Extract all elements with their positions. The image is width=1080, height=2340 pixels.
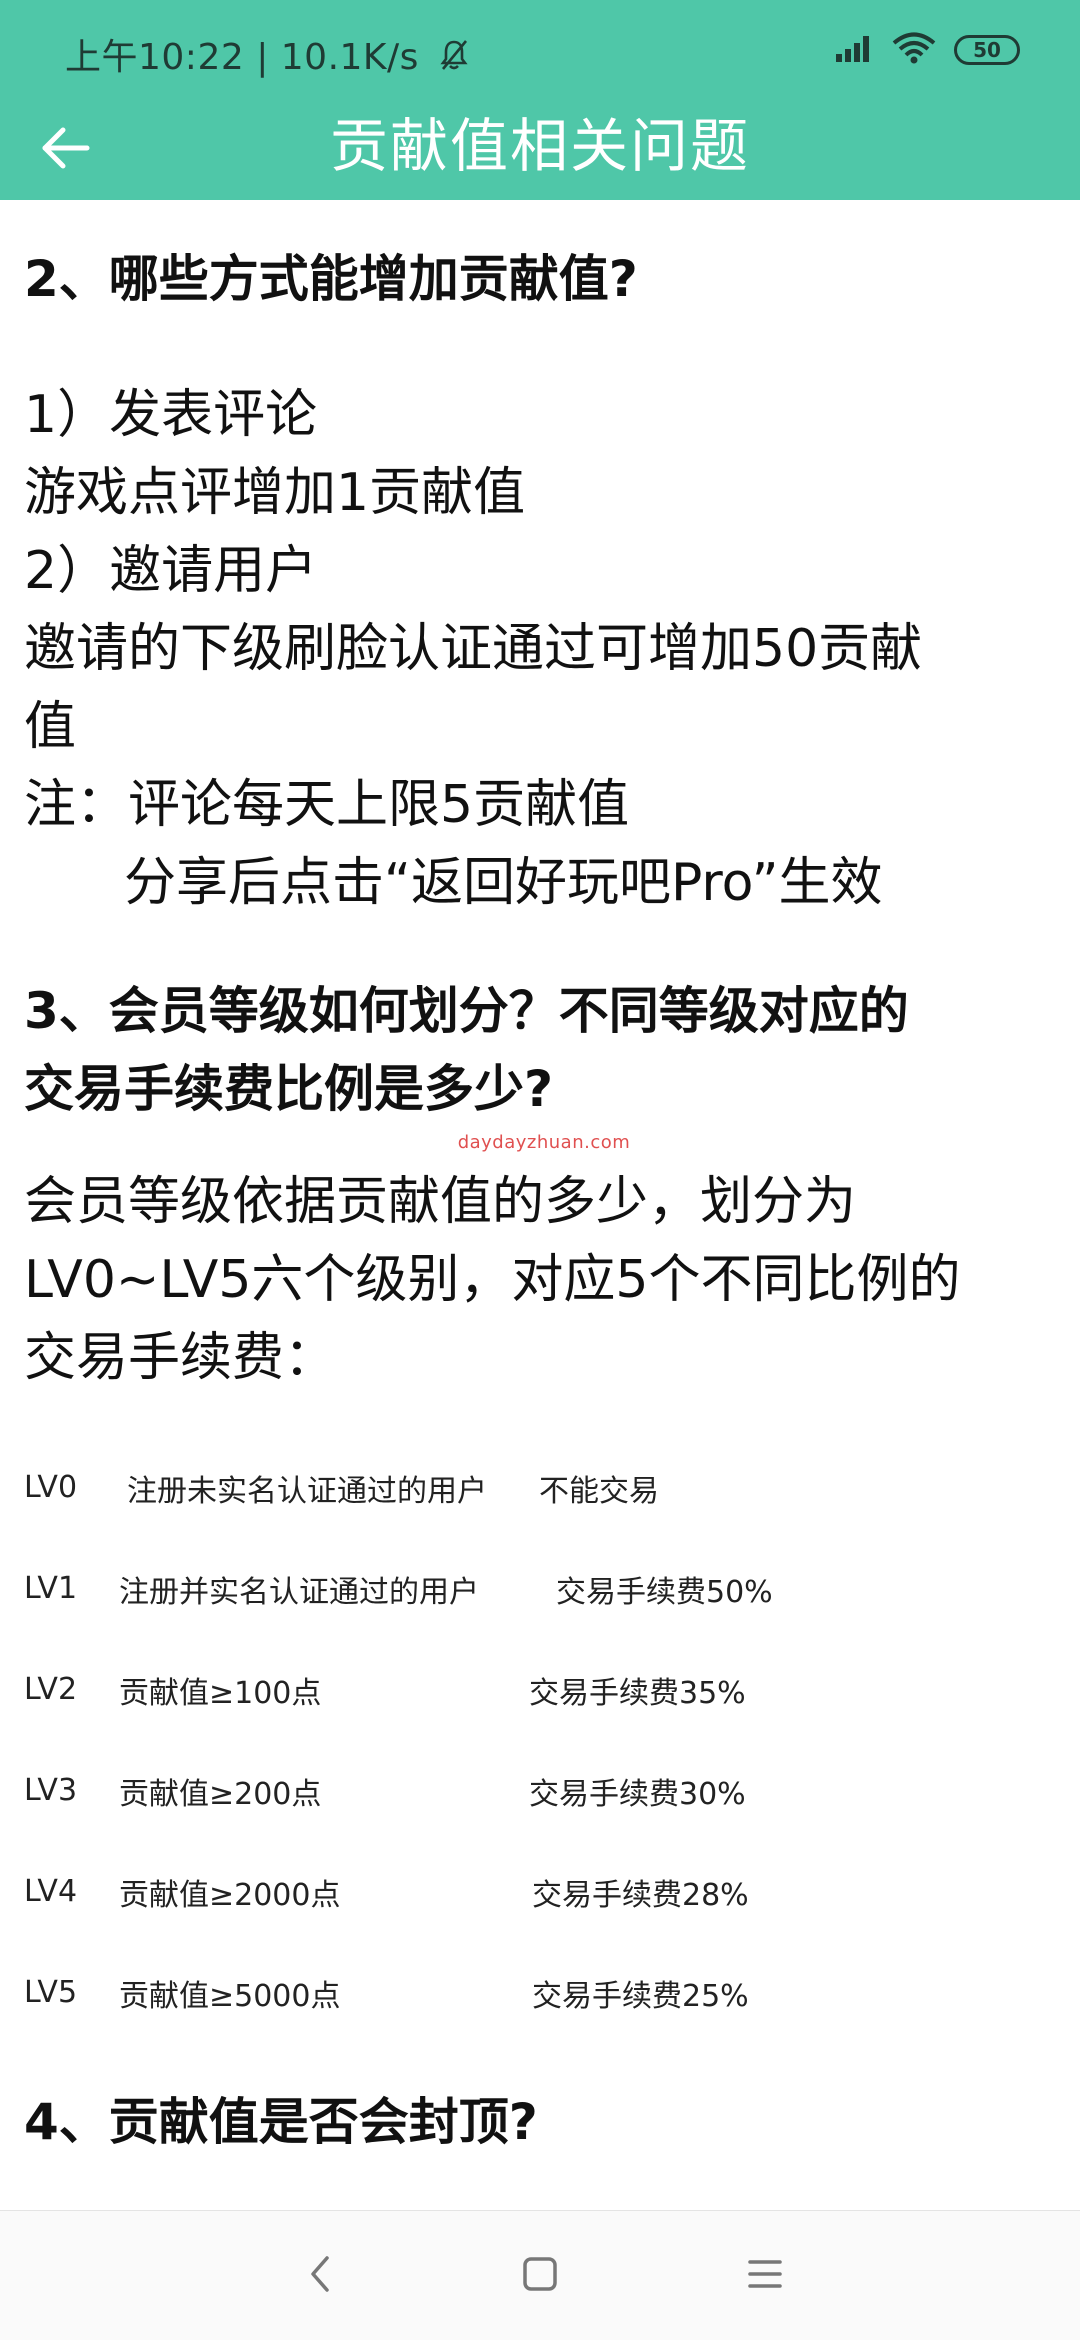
- level-fee: 交易手续费30%: [529, 1776, 746, 1812]
- level-row: LV4 贡献值≥2000点 交易手续费28%: [24, 1841, 1064, 1942]
- level-requirement: 贡献值≥5000点: [119, 1978, 341, 2014]
- level-fee: 不能交易: [539, 1473, 659, 1509]
- level-row: LV3 贡献值≥200点 交易手续费30%: [24, 1740, 1064, 1841]
- question-3-title: 交易手续费比例是多少?: [24, 1060, 554, 1118]
- square-icon: [522, 2256, 558, 2296]
- bell-off-icon: [439, 38, 469, 81]
- level-row: LV0 注册未实名认证通过的用户 不能交易: [24, 1437, 1064, 1538]
- level-table: LV0 注册未实名认证通过的用户 不能交易 LV1 注册并实名认证通过的用户 交…: [24, 1437, 1064, 2043]
- level-requirement: 贡献值≥100点: [119, 1675, 322, 1711]
- level-fee: 交易手续费25%: [532, 1978, 749, 2014]
- question-3-title: 3、会员等级如何划分？不同等级对应的: [24, 982, 909, 1040]
- article-content: 2、哪些方式能增加贡献值? 1）发表评论 游戏点评增加1贡献值 2）邀请用户 邀…: [24, 240, 1064, 2161]
- battery-icon: 50: [954, 35, 1020, 65]
- question-4-title: 4、贡献值是否会封顶?: [24, 2093, 538, 2151]
- level-name: LV1: [24, 1571, 78, 1606]
- level-requirement: 贡献值≥2000点: [119, 1877, 341, 1913]
- level-fee: 交易手续费35%: [529, 1675, 746, 1711]
- answer-line: 邀请的下级刷脸认证通过可增加50贡献: [24, 619, 923, 679]
- level-requirement: 贡献值≥200点: [119, 1776, 322, 1812]
- status-time-speed: 上午10:22 | 10.1K/s: [65, 37, 419, 78]
- level-fee: 交易手续费50%: [556, 1574, 773, 1610]
- menu-icon: [747, 2257, 783, 2295]
- battery-level: 50: [973, 38, 1001, 62]
- answer-line: LV0~LV5六个级别，对应5个不同比例的: [24, 1250, 961, 1310]
- level-requirement: 注册并实名认证通过的用户: [119, 1574, 479, 1610]
- level-name: LV2: [24, 1672, 78, 1707]
- system-nav-bar: [0, 2210, 1080, 2340]
- answer-line: 值: [24, 697, 77, 757]
- note-line: 分享后点击“返回好玩吧Pro”生效: [124, 853, 883, 913]
- app-header: 上午10:22 | 10.1K/s 50 贡献值相关问题: [0, 0, 1080, 200]
- answer-line: 2）邀请用户: [24, 541, 318, 601]
- chevron-left-icon: [305, 2254, 335, 2298]
- page-title: 贡献值相关问题: [329, 112, 750, 180]
- wifi-icon: [892, 32, 936, 68]
- answer-line: 游戏点评增加1贡献值: [24, 463, 526, 523]
- answer-line: 会员等级依据贡献值的多少，划分为: [24, 1172, 857, 1232]
- signal-icon: [834, 34, 874, 66]
- watermark: daydayzhuan.com: [457, 1132, 631, 1153]
- nav-home-button[interactable]: [505, 2241, 575, 2311]
- level-name: LV0: [24, 1470, 78, 1505]
- level-row: LV5 贡献值≥5000点 交易手续费25%: [24, 1942, 1064, 2043]
- note-line: 注：评论每天上限5贡献值: [24, 775, 630, 835]
- level-row: LV2 贡献值≥100点 交易手续费35%: [24, 1639, 1064, 1740]
- nav-menu-button[interactable]: [730, 2241, 800, 2311]
- level-name: LV5: [24, 1975, 78, 2010]
- question-2-title: 2、哪些方式能增加贡献值?: [24, 250, 638, 308]
- title-bar: 贡献值相关问题: [0, 100, 1080, 200]
- status-bar: 上午10:22 | 10.1K/s 50: [0, 0, 1080, 100]
- nav-back-button[interactable]: [285, 2241, 355, 2311]
- level-requirement: 注册未实名认证通过的用户: [127, 1473, 487, 1509]
- answer-line: 交易手续费：: [24, 1328, 337, 1388]
- level-name: LV4: [24, 1874, 78, 1909]
- level-row: LV1 注册并实名认证通过的用户 交易手续费50%: [24, 1538, 1064, 1639]
- level-name: LV3: [24, 1773, 78, 1808]
- answer-line: 1）发表评论: [24, 385, 318, 445]
- level-fee: 交易手续费28%: [532, 1877, 749, 1913]
